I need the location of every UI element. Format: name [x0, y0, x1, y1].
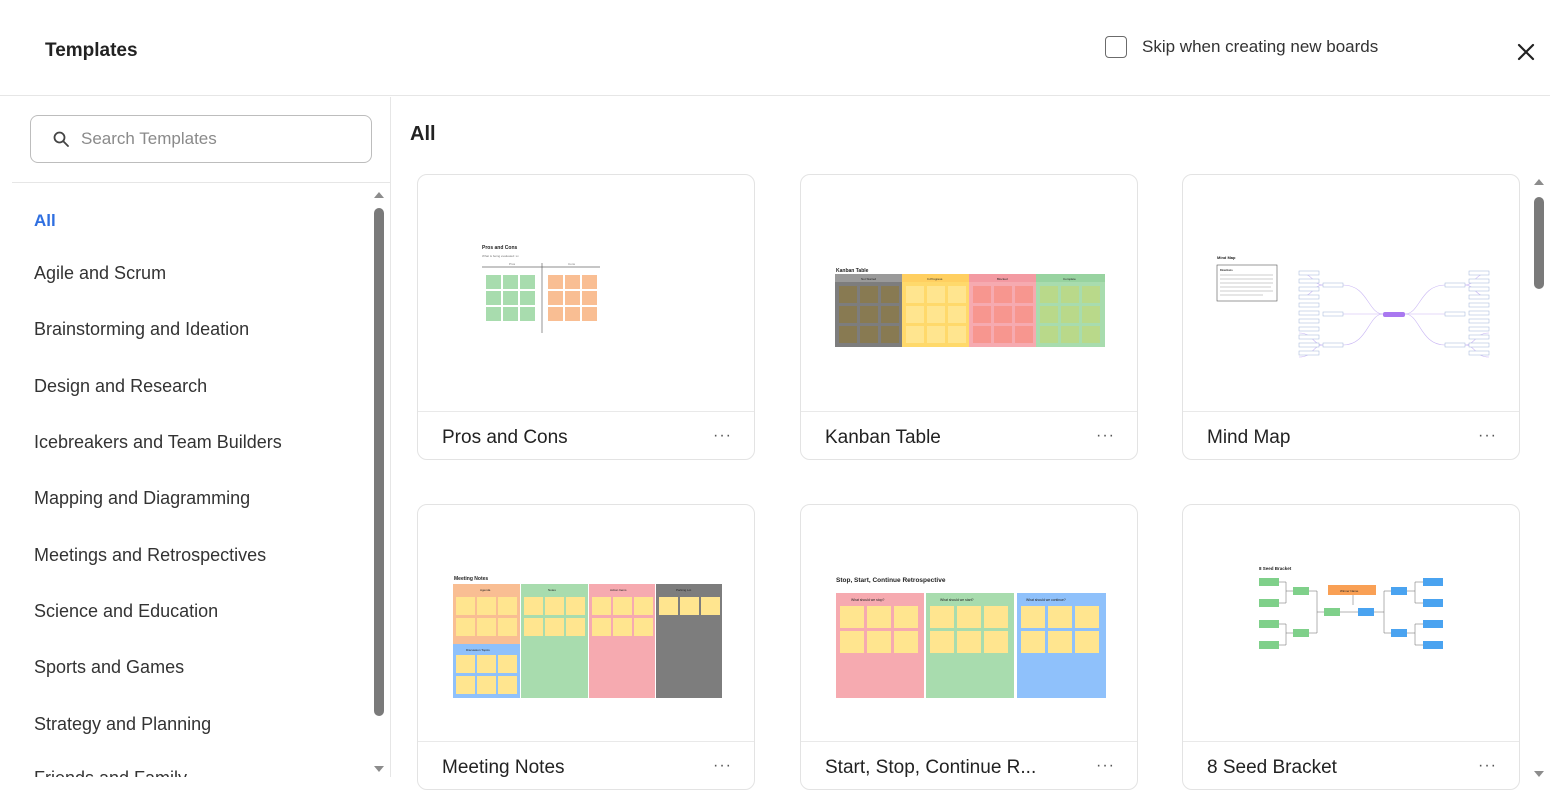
- template-thumbnail: Kanban Table Not Started In Progress Blo…: [801, 175, 1137, 412]
- thumb-center-label: Winner Name: [1340, 589, 1359, 593]
- more-options-button[interactable]: ···: [1478, 757, 1497, 775]
- more-options-button[interactable]: ···: [1478, 427, 1497, 445]
- thumb-title: Meeting Notes: [454, 576, 488, 582]
- category-list: All Agile and Scrum Brainstorming and Id…: [0, 187, 370, 777]
- thumb-subcol: Discussion Topics: [466, 648, 490, 652]
- scroll-down-arrow[interactable]: [374, 766, 384, 772]
- category-icebreakers[interactable]: Icebreakers and Team Builders: [34, 432, 282, 453]
- thumb-title: 8 Seed Bracket: [1259, 566, 1292, 571]
- template-card-meeting-notes[interactable]: Meeting Notes Agenda Notes Action Items …: [417, 504, 755, 790]
- category-sports[interactable]: Sports and Games: [34, 657, 184, 678]
- dialog-title: Templates: [45, 40, 138, 61]
- thumb-col: In Progress: [927, 277, 943, 281]
- thumb-col: Parking Lot: [676, 588, 691, 592]
- thumb-note-title: Directions: [1220, 268, 1233, 272]
- divider: [12, 182, 391, 183]
- thumb-col: Blocked: [997, 277, 1008, 281]
- template-card-kanban-table[interactable]: Kanban Table Not Started In Progress Blo…: [800, 174, 1138, 460]
- template-name: Start, Stop, Continue R...: [825, 757, 1037, 778]
- thumb-col: What should we start?: [940, 598, 974, 602]
- template-name: Meeting Notes: [442, 757, 565, 778]
- template-card-8-seed-bracket[interactable]: 8 Seed Bracket Winner Name 8 Seed Bracke…: [1182, 504, 1520, 790]
- template-gallery: All Pros and Cons What is being evaluate…: [392, 97, 1550, 790]
- thumb-col: Notes: [548, 588, 556, 592]
- thumb-col: Complete: [1063, 277, 1076, 281]
- close-icon: [1517, 43, 1535, 61]
- template-card-mind-map[interactable]: Mind Map Directions Mind Map ···: [1182, 174, 1520, 460]
- thumb-title: Mind Map: [1217, 255, 1236, 260]
- search-box[interactable]: [30, 115, 372, 163]
- category-agile-and-scrum[interactable]: Agile and Scrum: [34, 263, 166, 284]
- search-input[interactable]: [81, 129, 341, 149]
- thumb-pros: Pros: [509, 262, 516, 266]
- template-thumbnail: 8 Seed Bracket Winner Name: [1183, 505, 1519, 742]
- template-name: Kanban Table: [825, 427, 941, 448]
- close-button[interactable]: [1512, 38, 1540, 66]
- thumb-col: Agenda: [480, 588, 491, 592]
- template-name: Pros and Cons: [442, 427, 568, 448]
- skip-checkbox[interactable]: [1105, 36, 1127, 58]
- template-thumbnail: Pros and Cons What is being evaluated: x…: [418, 175, 754, 412]
- more-options-button[interactable]: ···: [713, 757, 732, 775]
- category-strategy[interactable]: Strategy and Planning: [34, 714, 211, 735]
- category-sidebar: All Agile and Scrum Brainstorming and Id…: [0, 97, 391, 777]
- category-mapping[interactable]: Mapping and Diagramming: [34, 488, 250, 509]
- category-all[interactable]: All: [34, 211, 56, 231]
- category-brainstorming[interactable]: Brainstorming and Ideation: [34, 319, 249, 340]
- template-thumbnail: Meeting Notes Agenda Notes Action Items …: [418, 505, 754, 742]
- search-icon: [53, 131, 69, 147]
- gallery-heading: All: [410, 123, 436, 145]
- sidebar-scroll-thumb[interactable]: [374, 208, 384, 716]
- scroll-up-arrow[interactable]: [374, 192, 384, 198]
- template-thumbnail: Stop, Start, Continue Retrospective What…: [801, 505, 1137, 742]
- more-options-button[interactable]: ···: [1096, 427, 1115, 445]
- sidebar-scrollbar[interactable]: [372, 192, 386, 772]
- scroll-up-arrow[interactable]: [1534, 179, 1544, 185]
- thumb-col: Action Items: [610, 588, 627, 592]
- gallery-scroll-thumb[interactable]: [1534, 197, 1544, 289]
- thumb-col: Not Started: [861, 277, 877, 281]
- more-options-button[interactable]: ···: [713, 427, 732, 445]
- template-card-pros-and-cons[interactable]: Pros and Cons What is being evaluated: x…: [417, 174, 755, 460]
- template-card-stop-start-continue[interactable]: Stop, Start, Continue Retrospective What…: [800, 504, 1138, 790]
- thumb-title: Stop, Start, Continue Retrospective: [836, 577, 946, 584]
- thumb-col: What should we stop?: [851, 598, 884, 602]
- category-friends[interactable]: Friends and Family: [34, 768, 187, 777]
- thumb-col: What should we continue?: [1026, 598, 1066, 602]
- skip-option[interactable]: Skip when creating new boards: [1105, 36, 1378, 58]
- category-design-and-research[interactable]: Design and Research: [34, 376, 207, 397]
- gallery-scrollbar[interactable]: [1532, 179, 1546, 777]
- thumb-cons: Cons: [568, 262, 576, 266]
- scroll-down-arrow[interactable]: [1534, 771, 1544, 777]
- thumb-title: Pros and Cons: [482, 245, 518, 251]
- thumb-title: Kanban Table: [836, 268, 869, 274]
- template-thumbnail: Mind Map Directions: [1183, 175, 1519, 412]
- dialog-header: Templates Skip when creating new boards: [0, 0, 1550, 96]
- thumb-subtitle: What is being evaluated: xx: [482, 254, 519, 258]
- template-name: 8 Seed Bracket: [1207, 757, 1337, 778]
- skip-label[interactable]: Skip when creating new boards: [1142, 37, 1378, 57]
- more-options-button[interactable]: ···: [1096, 757, 1115, 775]
- category-science[interactable]: Science and Education: [34, 601, 218, 622]
- category-meetings[interactable]: Meetings and Retrospectives: [34, 545, 266, 566]
- template-name: Mind Map: [1207, 427, 1291, 448]
